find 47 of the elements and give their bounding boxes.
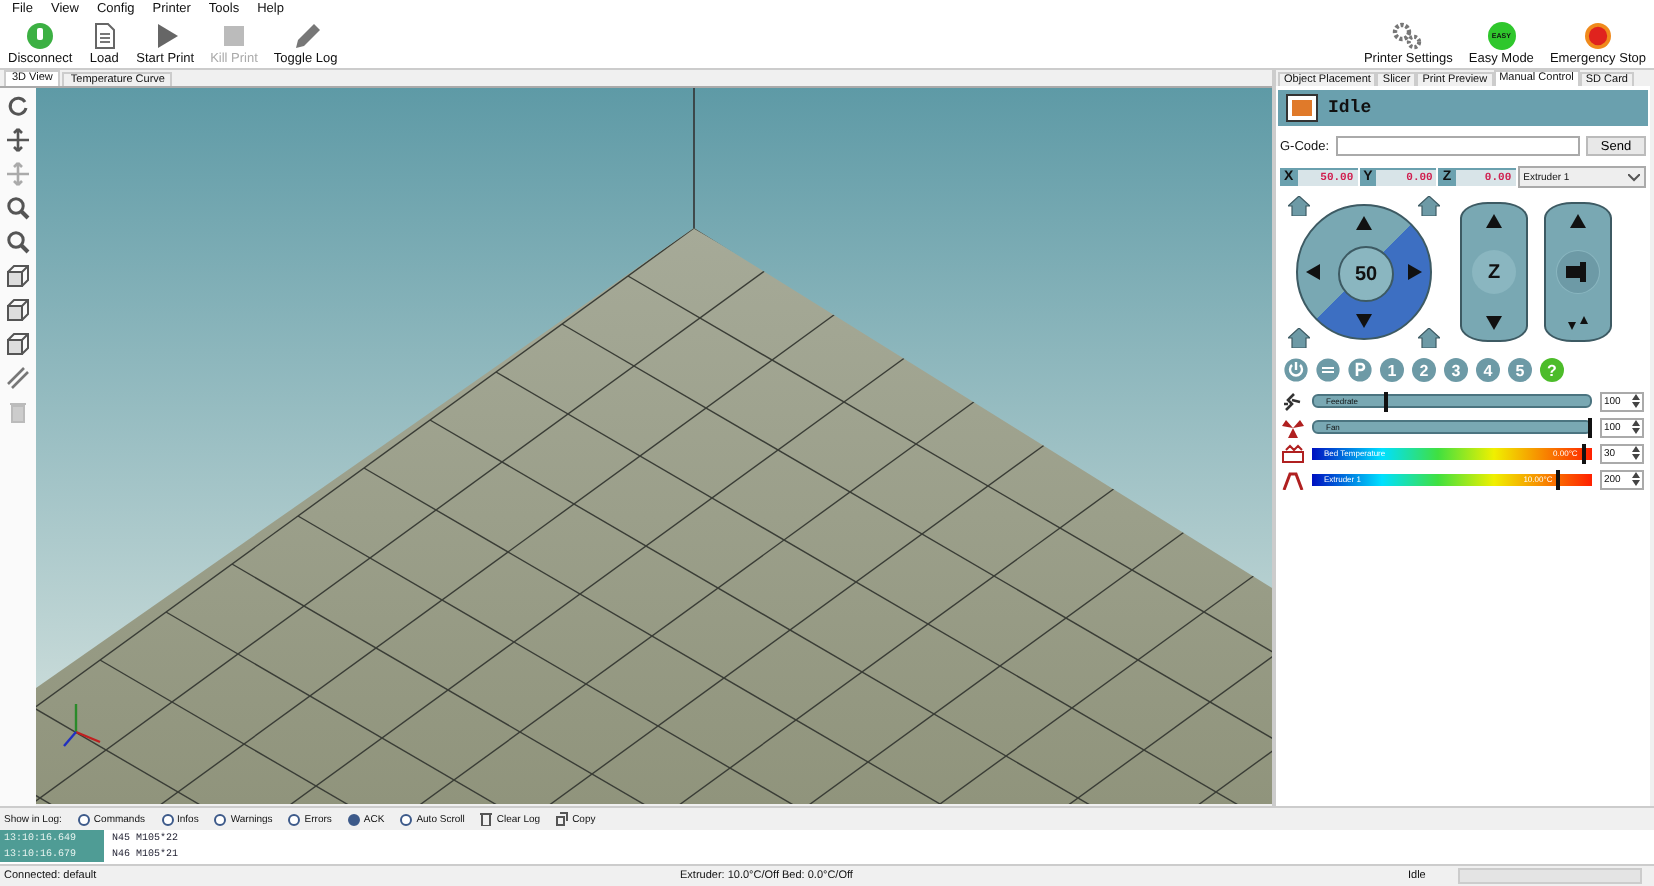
chevron-icon bbox=[1628, 173, 1640, 181]
home-icon[interactable] bbox=[1418, 328, 1440, 348]
arrow-left-icon[interactable] bbox=[1306, 264, 1320, 280]
arrow-up-icon[interactable] bbox=[1356, 216, 1372, 230]
home-icon[interactable] bbox=[1288, 328, 1310, 348]
runner-icon bbox=[1282, 391, 1304, 411]
home-icon[interactable] bbox=[1288, 196, 1310, 216]
gcode-input[interactable] bbox=[1335, 136, 1580, 156]
spinner-arrows-icon bbox=[1632, 394, 1640, 408]
heated-bed-icon bbox=[1282, 443, 1304, 463]
retract-arrows-icon[interactable] bbox=[1568, 316, 1588, 330]
step-size-button[interactable]: 50 bbox=[1338, 246, 1394, 302]
gears-icon bbox=[1392, 22, 1425, 50]
axes-icon bbox=[63, 704, 101, 747]
emergency-stop-icon bbox=[1581, 22, 1614, 50]
spinner-arrows-icon bbox=[1632, 472, 1640, 486]
printer-status: Idle bbox=[1328, 98, 1372, 118]
spinner-arrows-icon bbox=[1632, 446, 1640, 460]
trash-icon bbox=[480, 812, 493, 826]
arrow-down-icon[interactable] bbox=[1356, 314, 1372, 328]
power-icon[interactable] bbox=[1284, 358, 1308, 382]
zoom-in-icon[interactable] bbox=[6, 196, 30, 220]
corner-edge-line bbox=[693, 88, 695, 229]
move-icon[interactable] bbox=[6, 128, 30, 152]
cube-front-icon[interactable] bbox=[6, 264, 30, 288]
zoom-fit-icon[interactable] bbox=[6, 230, 30, 254]
arrow-up-icon[interactable] bbox=[1486, 214, 1502, 228]
arrow-up-icon[interactable] bbox=[1570, 214, 1586, 228]
target-marker[interactable] bbox=[1581, 443, 1586, 463]
parallel-lines-icon[interactable] bbox=[6, 366, 30, 390]
parking-icon[interactable] bbox=[1348, 358, 1372, 382]
copy-icon bbox=[556, 812, 569, 826]
spinner-arrows-icon bbox=[1632, 420, 1640, 434]
target-marker[interactable] bbox=[1556, 469, 1561, 489]
nozzle-icon bbox=[1282, 469, 1304, 489]
arrow-right-icon[interactable] bbox=[1408, 264, 1422, 280]
printer-icon bbox=[1286, 94, 1318, 122]
extruder-jog-control[interactable] bbox=[1544, 202, 1612, 342]
z-home-button[interactable]: Z bbox=[1472, 250, 1516, 294]
slider-thumb[interactable] bbox=[1383, 392, 1388, 412]
rotate-icon[interactable] bbox=[6, 94, 30, 118]
arrow-down-icon[interactable] bbox=[1486, 316, 1502, 330]
extruder-icon[interactable] bbox=[1556, 250, 1600, 294]
cube-top-icon[interactable] bbox=[6, 332, 30, 356]
cube-side-icon[interactable] bbox=[6, 298, 30, 322]
z-jog-control[interactable]: Z bbox=[1460, 202, 1528, 342]
home-icon[interactable] bbox=[1418, 196, 1440, 216]
